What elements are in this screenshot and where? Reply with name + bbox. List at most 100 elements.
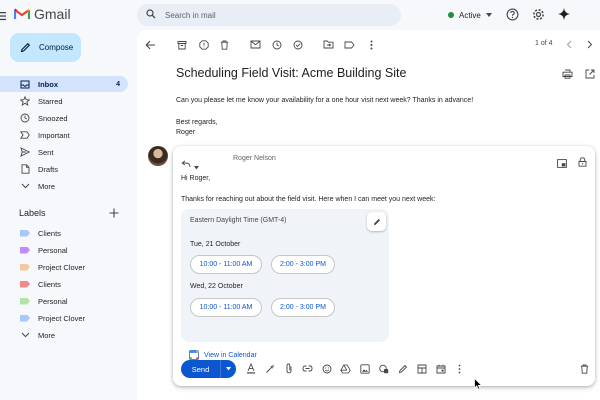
help-icon[interactable] [505, 7, 519, 21]
chevron-right-icon[interactable] [584, 39, 595, 50]
mouse-pointer-icon [474, 377, 483, 395]
more-vert-icon[interactable] [366, 39, 377, 50]
discard-draft-trash-icon[interactable] [579, 363, 590, 374]
day-label: Tue, 21 October [190, 241, 241, 248]
status-label: Active [459, 10, 481, 20]
reply-arrow-icon[interactable] [181, 155, 191, 173]
back-arrow-icon[interactable] [145, 39, 156, 50]
sidebar-item-more[interactable]: More [0, 178, 128, 194]
add-label-plus-icon[interactable] [108, 206, 120, 218]
reply-body-line[interactable]: Thanks for reaching out about the field … [181, 196, 435, 203]
sidebar-item-important[interactable]: Important [0, 127, 128, 143]
label-item-clients[interactable]: Clients [0, 225, 128, 241]
top-bar: Gmail Active [0, 0, 600, 30]
timezone-label: Eastern Daylight Time (GMT-4) [190, 217, 287, 224]
availability-card: Eastern Daylight Time (GMT-4) Tue, 21 Oc… [181, 209, 389, 360]
view-in-calendar-link[interactable]: View in Calendar [189, 350, 257, 360]
label-tag-icon [20, 263, 30, 271]
labels-more[interactable]: More [0, 327, 128, 343]
status-button[interactable]: Active [440, 6, 500, 24]
pop-out-icon[interactable] [557, 155, 567, 173]
gemini-sparkle-icon[interactable] [557, 7, 571, 21]
label-tag-icon [20, 314, 30, 322]
report-spam-icon[interactable] [198, 39, 209, 50]
more-options-vert-icon[interactable] [454, 363, 465, 374]
insert-link-icon[interactable] [302, 363, 313, 374]
sidebar-item-starred[interactable]: Starred [0, 93, 128, 109]
send-options-caret-down-icon[interactable] [221, 367, 236, 371]
reply-compose-box: Roger Nelson Hi Roger, Thanks for reachi… [173, 146, 595, 386]
sidebar-item-inbox[interactable]: Inbox 4 [0, 76, 128, 92]
edit-availability-button[interactable] [367, 212, 386, 231]
clock-icon [20, 113, 30, 123]
app-name: Gmail [34, 6, 71, 22]
star-icon [20, 96, 30, 106]
print-icon[interactable] [562, 68, 573, 79]
google-calendar-icon [189, 350, 199, 360]
pagination-text: 1 of 4 [535, 40, 553, 47]
reply-recipient[interactable]: Roger Nelson [233, 155, 276, 162]
time-slot-button[interactable]: 10:00 - 11:00 AM [190, 298, 262, 317]
insert-photo-icon[interactable] [359, 363, 370, 374]
label-item-project-clover-2[interactable]: Project Clover [0, 310, 128, 326]
status-dot [448, 12, 454, 18]
label-item-personal-2[interactable]: Personal [0, 293, 128, 309]
draft-icon [20, 164, 30, 174]
formatting-options-icon[interactable] [245, 363, 256, 374]
gmail-logo[interactable]: Gmail [14, 6, 71, 22]
email-signature: Roger [176, 129, 196, 136]
time-slot-button[interactable]: 2:00 - 3:00 PM [271, 255, 335, 274]
archive-icon[interactable] [176, 39, 187, 50]
label-item-personal[interactable]: Personal [0, 242, 128, 258]
schedule-meeting-icon[interactable] [435, 363, 446, 374]
message-view: 1 of 4 Scheduling Field Visit: Acme Buil… [137, 30, 600, 400]
email-subject: Scheduling Field Visit: Acme Building Si… [176, 66, 407, 80]
send-button[interactable]: Send [181, 360, 236, 378]
pencil-icon [373, 218, 380, 225]
mark-unread-mail-icon[interactable] [250, 39, 261, 50]
signature-pen-icon[interactable] [397, 363, 408, 374]
reply-type-caret-down-icon[interactable] [194, 157, 199, 175]
compose-button[interactable]: Compose [10, 33, 81, 62]
sidebar-item-sent[interactable]: Sent [0, 144, 128, 160]
send-label: Send [191, 364, 210, 374]
sidebar-item-drafts[interactable]: Drafts [0, 161, 128, 177]
label-tag-icon[interactable] [344, 39, 355, 50]
avatar[interactable] [148, 146, 168, 166]
label-item-project-clover[interactable]: Project Clover [0, 259, 128, 275]
delete-trash-icon[interactable] [219, 39, 230, 50]
search-icon[interactable] [146, 6, 156, 24]
emoji-icon[interactable] [321, 363, 332, 374]
attach-paperclip-icon[interactable] [283, 363, 294, 374]
chevron-left-icon[interactable] [563, 39, 574, 50]
label-item-clients-2[interactable]: Clients [0, 276, 128, 292]
add-task-icon[interactable] [292, 39, 303, 50]
settings-gear-icon[interactable] [531, 7, 545, 21]
day-label: Wed, 22 October [190, 283, 243, 290]
layouts-icon[interactable] [416, 363, 427, 374]
snooze-clock-icon[interactable] [271, 39, 282, 50]
reply-greeting[interactable]: Hi Roger, [181, 175, 210, 182]
email-body: Can you please let me know your availabi… [176, 97, 474, 104]
label-tag-icon [20, 280, 30, 288]
labels-heading: Labels [19, 208, 46, 218]
send-icon [20, 147, 30, 157]
time-slot-button[interactable]: 2:00 - 3:00 PM [271, 298, 335, 317]
label-tag-icon [20, 229, 30, 237]
compose-label: Compose [39, 43, 74, 52]
google-drive-icon[interactable] [340, 363, 351, 374]
time-slot-button[interactable]: 10:00 - 11:00 AM [190, 255, 262, 274]
open-new-window-icon[interactable] [584, 68, 595, 79]
lock-icon[interactable] [578, 154, 587, 172]
label-tag-icon [20, 297, 30, 305]
confidential-mode-icon[interactable] [378, 363, 389, 374]
sidebar-item-snoozed[interactable]: Snoozed [0, 110, 128, 126]
important-icon [20, 130, 30, 140]
search-input[interactable] [165, 10, 365, 20]
menu-icon[interactable] [0, 9, 8, 21]
search-bar[interactable] [137, 4, 401, 26]
caret-down-icon [485, 13, 492, 17]
move-to-folder-icon[interactable] [323, 39, 334, 50]
ai-writing-pen-icon[interactable] [264, 363, 275, 374]
sidebar: Compose Inbox 4 Starred Snoozed Importan… [0, 30, 135, 400]
